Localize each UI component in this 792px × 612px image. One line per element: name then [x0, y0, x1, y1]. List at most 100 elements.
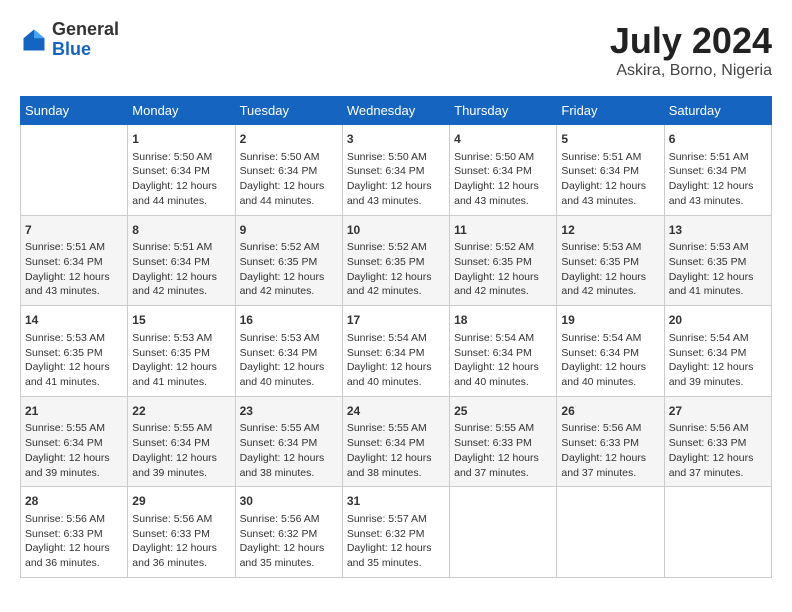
day-number: 2 — [240, 131, 338, 148]
cell-content: Sunrise: 5:54 AM Sunset: 6:34 PM Dayligh… — [347, 331, 445, 390]
day-number: 5 — [561, 131, 659, 148]
calendar-cell: 24Sunrise: 5:55 AM Sunset: 6:34 PM Dayli… — [342, 396, 449, 487]
day-number: 9 — [240, 222, 338, 239]
cell-content: Sunrise: 5:50 AM Sunset: 6:34 PM Dayligh… — [347, 150, 445, 209]
cell-content: Sunrise: 5:51 AM Sunset: 6:34 PM Dayligh… — [669, 150, 767, 209]
calendar-cell: 13Sunrise: 5:53 AM Sunset: 6:35 PM Dayli… — [664, 215, 771, 306]
cell-content: Sunrise: 5:53 AM Sunset: 6:34 PM Dayligh… — [240, 331, 338, 390]
calendar-cell: 8Sunrise: 5:51 AM Sunset: 6:34 PM Daylig… — [128, 215, 235, 306]
calendar-cell: 23Sunrise: 5:55 AM Sunset: 6:34 PM Dayli… — [235, 396, 342, 487]
calendar-cell: 30 Sunrise: 5:56 AM Sunset: 6:32 PM Dayli… — [235, 487, 342, 578]
calendar-cell: 18 Sunrise: 5:54 AM Sunset: 6:34 PM Dayli… — [450, 306, 557, 397]
day-number: 4 — [454, 131, 552, 148]
cell-content: Sunrise: 5:55 AM Sunset: 6:34 PM Dayligh… — [240, 421, 338, 480]
cell-content: Sunrise: 5:56 AM Sunset: 6:33 PM Dayligh… — [25, 512, 123, 571]
calendar-cell: 25Sunrise: 5:55 AM Sunset: 6:33 PM Dayli… — [450, 396, 557, 487]
calendar-cell: 9Sunrise: 5:52 AM Sunset: 6:35 PM Daylig… — [235, 215, 342, 306]
calendar-cell — [664, 487, 771, 578]
calendar-cell: 5 Sunrise: 5:51 AM Sunset: 6:34 PM Daylig… — [557, 125, 664, 216]
week-row-2: 7Sunrise: 5:51 AM Sunset: 6:34 PM Daylig… — [21, 215, 772, 306]
cell-content: Sunrise: 5:51 AM Sunset: 6:34 PM Dayligh… — [132, 240, 230, 299]
day-number: 28 — [25, 493, 123, 510]
main-title: July 2024 — [610, 20, 772, 62]
cell-content: Sunrise: 5:55 AM Sunset: 6:34 PM Dayligh… — [132, 421, 230, 480]
calendar-cell: 14Sunrise: 5:53 AM Sunset: 6:35 PM Dayli… — [21, 306, 128, 397]
day-number: 30 — [240, 493, 338, 510]
cell-content: Sunrise: 5:50 AM Sunset: 6:34 PM Dayligh… — [454, 150, 552, 209]
day-header-thursday: Thursday — [450, 97, 557, 125]
day-number: 8 — [132, 222, 230, 239]
day-header-sunday: Sunday — [21, 97, 128, 125]
day-number: 20 — [669, 312, 767, 329]
logo-blue: Blue — [52, 40, 119, 60]
cell-content: Sunrise: 5:56 AM Sunset: 6:33 PM Dayligh… — [132, 512, 230, 571]
calendar-cell: 21Sunrise: 5:55 AM Sunset: 6:34 PM Dayli… — [21, 396, 128, 487]
cell-content: Sunrise: 5:52 AM Sunset: 6:35 PM Dayligh… — [454, 240, 552, 299]
cell-content: Sunrise: 5:53 AM Sunset: 6:35 PM Dayligh… — [132, 331, 230, 390]
cell-content: Sunrise: 5:55 AM Sunset: 6:33 PM Dayligh… — [454, 421, 552, 480]
cell-content: Sunrise: 5:55 AM Sunset: 6:34 PM Dayligh… — [347, 421, 445, 480]
calendar-cell: 29Sunrise: 5:56 AM Sunset: 6:33 PM Dayli… — [128, 487, 235, 578]
calendar-cell — [21, 125, 128, 216]
day-number: 12 — [561, 222, 659, 239]
day-number: 21 — [25, 403, 123, 420]
day-number: 13 — [669, 222, 767, 239]
calendar-cell: 12Sunrise: 5:53 AM Sunset: 6:35 PM Dayli… — [557, 215, 664, 306]
calendar-cell: 4 Sunrise: 5:50 AM Sunset: 6:34 PM Daylig… — [450, 125, 557, 216]
day-number: 1 — [132, 131, 230, 148]
day-number: 18 — [454, 312, 552, 329]
cell-content: Sunrise: 5:52 AM Sunset: 6:35 PM Dayligh… — [240, 240, 338, 299]
day-number: 16 — [240, 312, 338, 329]
week-row-1: 1 Sunrise: 5:50 AM Sunset: 6:34 PM Daylig… — [21, 125, 772, 216]
cell-content: Sunrise: 5:50 AM Sunset: 6:34 PM Dayligh… — [132, 150, 230, 209]
day-number: 15 — [132, 312, 230, 329]
day-number: 19 — [561, 312, 659, 329]
cell-content: Sunrise: 5:50 AM Sunset: 6:34 PM Dayligh… — [240, 150, 338, 209]
day-number: 26 — [561, 403, 659, 420]
cell-content: Sunrise: 5:55 AM Sunset: 6:34 PM Dayligh… — [25, 421, 123, 480]
calendar-cell: 1 Sunrise: 5:50 AM Sunset: 6:34 PM Daylig… — [128, 125, 235, 216]
cell-content: Sunrise: 5:54 AM Sunset: 6:34 PM Dayligh… — [454, 331, 552, 390]
calendar-cell: 3 Sunrise: 5:50 AM Sunset: 6:34 PM Daylig… — [342, 125, 449, 216]
cell-content: Sunrise: 5:54 AM Sunset: 6:34 PM Dayligh… — [669, 331, 767, 390]
cell-content: Sunrise: 5:56 AM Sunset: 6:33 PM Dayligh… — [669, 421, 767, 480]
day-number: 14 — [25, 312, 123, 329]
day-number: 22 — [132, 403, 230, 420]
cell-content: Sunrise: 5:53 AM Sunset: 6:35 PM Dayligh… — [669, 240, 767, 299]
cell-content: Sunrise: 5:51 AM Sunset: 6:34 PM Dayligh… — [25, 240, 123, 299]
logo-text: General Blue — [52, 20, 119, 60]
title-area: July 2024 Askira, Borno, Nigeria — [610, 20, 772, 80]
day-number: 7 — [25, 222, 123, 239]
logo-icon — [20, 26, 48, 54]
calendar-table: SundayMondayTuesdayWednesdayThursdayFrid… — [20, 96, 772, 578]
cell-content: Sunrise: 5:56 AM Sunset: 6:32 PM Dayligh… — [240, 512, 338, 571]
day-number: 3 — [347, 131, 445, 148]
calendar-cell — [450, 487, 557, 578]
day-number: 23 — [240, 403, 338, 420]
calendar-cell: 26Sunrise: 5:56 AM Sunset: 6:33 PM Dayli… — [557, 396, 664, 487]
calendar-cell: 31Sunrise: 5:57 AM Sunset: 6:32 PM Dayli… — [342, 487, 449, 578]
week-row-5: 28 Sunrise: 5:56 AM Sunset: 6:33 PM Dayli… — [21, 487, 772, 578]
logo: General Blue — [20, 20, 119, 60]
calendar-cell: 27Sunrise: 5:56 AM Sunset: 6:33 PM Dayli… — [664, 396, 771, 487]
day-number: 27 — [669, 403, 767, 420]
day-number: 24 — [347, 403, 445, 420]
calendar-cell: 19Sunrise: 5:54 AM Sunset: 6:34 PM Dayli… — [557, 306, 664, 397]
cell-content: Sunrise: 5:52 AM Sunset: 6:35 PM Dayligh… — [347, 240, 445, 299]
day-number: 31 — [347, 493, 445, 510]
calendar-cell — [557, 487, 664, 578]
logo-general: General — [52, 20, 119, 40]
day-header-friday: Friday — [557, 97, 664, 125]
calendar-cell: 16 Sunrise: 5:53 AM Sunset: 6:34 PM Dayli… — [235, 306, 342, 397]
calendar-cell: 10Sunrise: 5:52 AM Sunset: 6:35 PM Dayli… — [342, 215, 449, 306]
calendar-cell: 17 Sunrise: 5:54 AM Sunset: 6:34 PM Dayli… — [342, 306, 449, 397]
subtitle: Askira, Borno, Nigeria — [610, 62, 772, 80]
day-number: 25 — [454, 403, 552, 420]
cell-content: Sunrise: 5:56 AM Sunset: 6:33 PM Dayligh… — [561, 421, 659, 480]
day-header-monday: Monday — [128, 97, 235, 125]
header: General Blue July 2024 Askira, Borno, Ni… — [20, 20, 772, 80]
cell-content: Sunrise: 5:51 AM Sunset: 6:34 PM Dayligh… — [561, 150, 659, 209]
day-number: 17 — [347, 312, 445, 329]
header-row: SundayMondayTuesdayWednesdayThursdayFrid… — [21, 97, 772, 125]
day-number: 11 — [454, 222, 552, 239]
